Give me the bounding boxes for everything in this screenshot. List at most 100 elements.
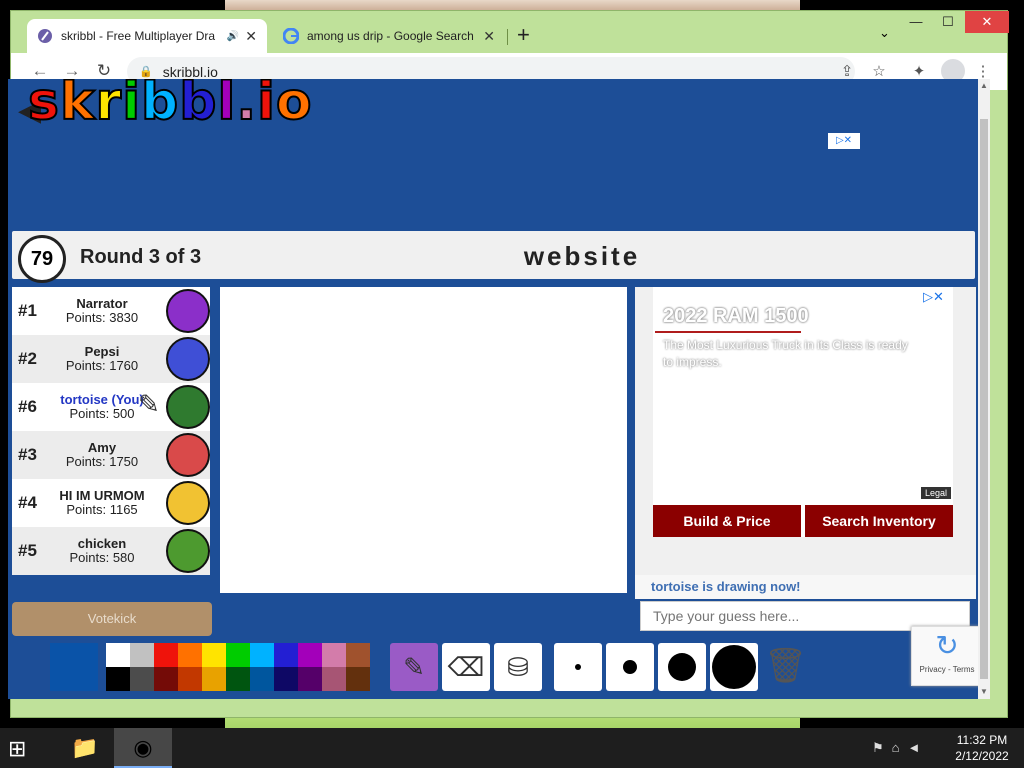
recaptcha-icon: ↻ <box>935 630 959 661</box>
skribbl-favicon-icon <box>37 28 53 44</box>
color-swatch[interactable] <box>298 667 322 691</box>
close-tab-icon[interactable]: ✕ <box>245 28 257 45</box>
player-points: Points: 580 <box>69 550 135 565</box>
ad-divider <box>655 331 801 333</box>
chrome-taskbar-icon[interactable]: ◉ <box>114 728 172 768</box>
color-swatch[interactable] <box>346 667 370 691</box>
scroll-down-arrow-icon[interactable]: ▼ <box>978 687 990 696</box>
ram-ad[interactable]: 2022 RAM 1500 The Most Luxurious Truck i… <box>653 287 953 537</box>
tab-audio-icon[interactable]: 🔊 <box>227 31 239 42</box>
minimize-button[interactable]: — <box>901 11 931 33</box>
page-viewport: ◀ skribbl.io ▷✕ 79 Round 3 of 3 website … <box>8 79 986 699</box>
player-row: #1 Narrator Points: 3830 <box>12 287 210 335</box>
player-avatar <box>166 385 210 429</box>
recaptcha-badge[interactable]: ↻ Privacy - Terms <box>911 626 983 686</box>
color-swatch[interactable] <box>250 643 274 667</box>
drawing-canvas[interactable] <box>220 287 627 593</box>
player-row: #5 chicken Points: 580 <box>12 527 210 575</box>
color-swatch[interactable] <box>106 667 130 691</box>
votekick-button[interactable]: Votekick <box>12 602 212 636</box>
player-points: Points: 1165 <box>66 502 138 517</box>
color-swatch[interactable] <box>226 667 250 691</box>
color-swatch[interactable] <box>274 667 298 691</box>
player-name: HI IM URMOM <box>59 488 145 503</box>
forward-arrow-icon[interactable]: → <box>61 61 83 81</box>
player-rank: #2 <box>18 349 37 368</box>
color-swatch[interactable] <box>178 643 202 667</box>
player-row: #4 HI IM URMOM Points: 1165 <box>12 479 210 527</box>
drawing-pencil-icon: ✎ <box>138 389 160 419</box>
color-swatch[interactable] <box>154 667 178 691</box>
color-swatch[interactable] <box>298 643 322 667</box>
brush-size-xlarge[interactable] <box>710 643 758 691</box>
player-name: chicken <box>77 536 127 551</box>
scrollbar-thumb[interactable] <box>980 119 988 679</box>
brush-size-large[interactable] <box>658 643 706 691</box>
new-tab-button[interactable]: + <box>517 24 530 46</box>
brush-size-medium[interactable] <box>606 643 654 691</box>
game-header: 79 Round 3 of 3 website <box>12 231 975 283</box>
color-swatch[interactable] <box>130 643 154 667</box>
adchoices-icon[interactable]: ▷✕ <box>828 133 860 149</box>
clear-trash-icon[interactable]: 🗑 <box>764 646 807 686</box>
color-swatch[interactable] <box>106 643 130 667</box>
tab-title: skribbl - Free Multiplayer Dra <box>61 29 216 43</box>
tab-google-search[interactable]: among us drip - Google Search ✕ <box>273 19 505 53</box>
scroll-up-arrow-icon[interactable]: ▲ <box>978 81 990 90</box>
color-swatch[interactable] <box>226 643 250 667</box>
player-rank: #3 <box>18 445 37 464</box>
color-swatch[interactable] <box>250 667 274 691</box>
color-swatch[interactable] <box>274 643 298 667</box>
color-swatch[interactable] <box>202 667 226 691</box>
pencil-tool-icon[interactable]: ✎ <box>390 643 438 691</box>
brush-size-small[interactable] <box>554 643 602 691</box>
chat-status: tortoise is drawing now! <box>635 575 976 599</box>
taskbar-clock[interactable]: 11:32 PM 2/12/2022 <box>946 732 1018 764</box>
color-swatch[interactable] <box>322 667 346 691</box>
close-tab-icon[interactable]: ✕ <box>483 28 495 45</box>
current-color-swatch <box>50 643 98 691</box>
adchoices-close-icon[interactable]: ▷✕ <box>923 289 944 305</box>
skribbl-logo: skribbl.io <box>27 79 313 132</box>
player-row: #2 Pepsi Points: 1760 <box>12 335 210 383</box>
player-points: Points: 1760 <box>65 358 139 373</box>
ad-legal-badge[interactable]: Legal <box>921 487 952 499</box>
eraser-tool-icon[interactable]: ⌫ <box>442 643 490 691</box>
player-rank: #4 <box>18 493 37 512</box>
tab-title: among us drip - Google Search <box>307 29 474 43</box>
close-window-button[interactable]: ✕ <box>965 11 1009 33</box>
maximize-button[interactable]: ☐ <box>933 11 963 33</box>
menu-kebab-icon[interactable]: ⋮ <box>973 62 993 80</box>
vertical-scrollbar[interactable]: ▲ ▼ <box>978 79 990 699</box>
color-swatch[interactable] <box>154 643 178 667</box>
color-swatch[interactable] <box>178 667 202 691</box>
windows-start-icon[interactable]: ⊞ <box>8 736 26 762</box>
build-price-button[interactable]: Build & Price <box>653 505 801 537</box>
color-swatch[interactable] <box>346 643 370 667</box>
reload-icon[interactable]: ↻ <box>93 61 115 81</box>
extensions-puzzle-icon[interactable]: ✦ <box>909 62 929 80</box>
fill-bucket-tool-icon[interactable]: ⛁ <box>494 643 542 691</box>
tab-skribbl[interactable]: skribbl - Free Multiplayer Dra 🔊 ✕ <box>27 19 267 53</box>
player-row: #3 Amy Points: 1750 <box>12 431 210 479</box>
taskbar: ⊞ 📁 ◉ ⚑⌂◄ 11:32 PM 2/12/2022 <box>0 728 1024 768</box>
google-favicon-icon <box>282 27 300 45</box>
title-bar: skribbl - Free Multiplayer Dra 🔊 ✕ among… <box>11 11 1009 53</box>
back-arrow-icon[interactable]: ← <box>29 61 51 81</box>
color-swatch[interactable] <box>202 643 226 667</box>
player-row: #6 tortoise (You) Points: 500 ✎ <box>12 383 210 431</box>
color-swatch[interactable] <box>130 667 154 691</box>
url-text: skribbl.io <box>162 63 218 80</box>
file-explorer-icon[interactable]: 📁 <box>56 728 114 768</box>
bookmark-star-icon[interactable]: ☆ <box>869 62 889 80</box>
tab-search-chevron-icon[interactable]: ⌄ <box>879 25 890 41</box>
player-points: Points: 500 <box>69 406 135 421</box>
share-icon[interactable]: ⇪ <box>837 62 857 80</box>
player-name: Amy <box>87 440 117 455</box>
search-inventory-button[interactable]: Search Inventory <box>805 505 953 537</box>
player-avatar <box>166 481 210 525</box>
taskbar-date: 2/12/2022 <box>955 749 1009 763</box>
system-tray[interactable]: ⚑⌂◄ <box>872 740 928 756</box>
player-avatar <box>166 289 210 333</box>
color-swatch[interactable] <box>322 643 346 667</box>
